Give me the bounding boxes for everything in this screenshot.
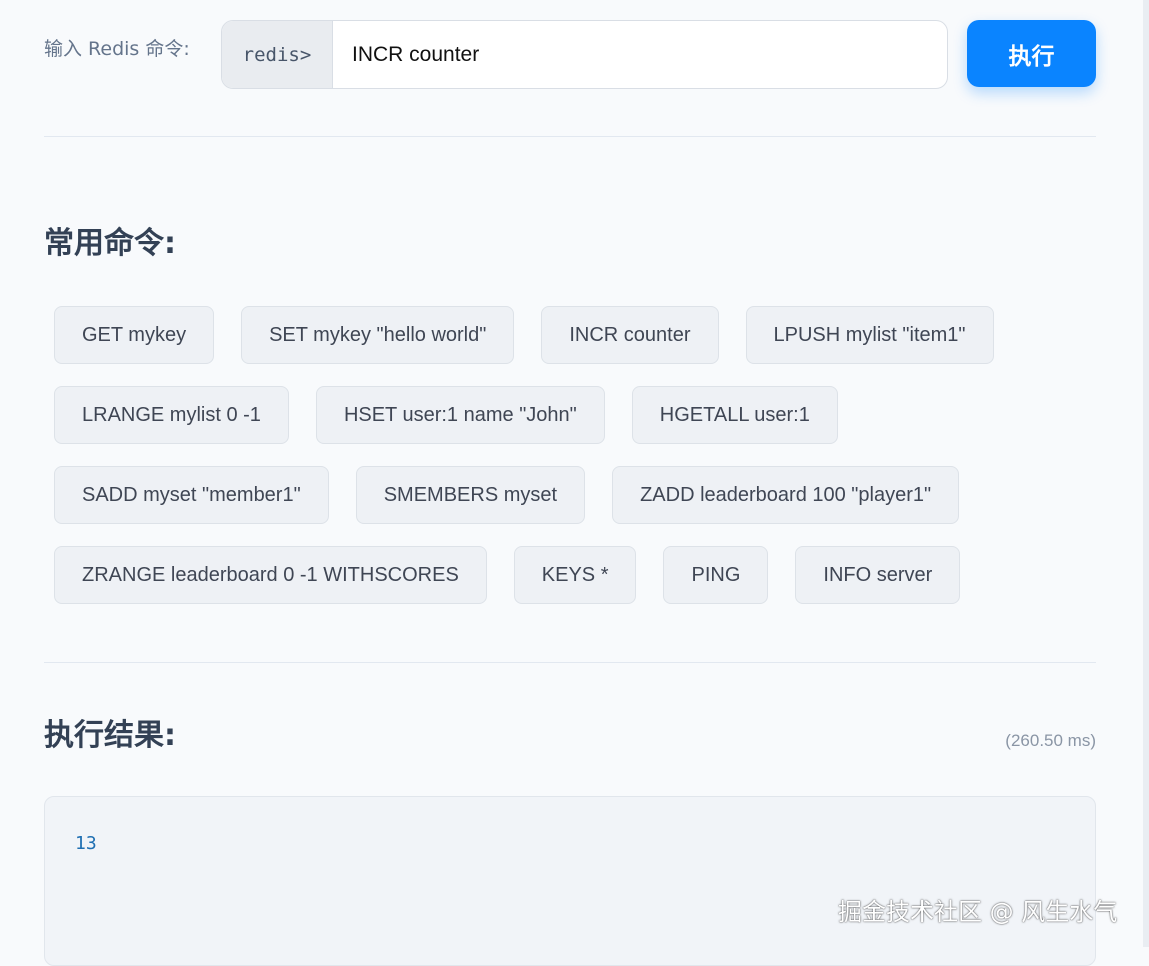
command-chip[interactable]: INFO server	[795, 546, 961, 604]
execute-button[interactable]: 执行	[967, 20, 1096, 87]
command-chip[interactable]: KEYS *	[513, 546, 637, 604]
divider	[44, 662, 1096, 663]
command-chip[interactable]: LRANGE mylist 0 -1	[54, 386, 289, 444]
result-output-panel: 13	[44, 796, 1096, 966]
command-chip[interactable]: SMEMBERS myset	[355, 466, 586, 524]
scrollbar[interactable]	[1143, 0, 1149, 947]
divider	[44, 136, 1096, 137]
command-input[interactable]	[333, 21, 947, 88]
command-chip-row: ZRANGE leaderboard 0 -1 WITHSCORES KEYS …	[54, 546, 1054, 604]
execution-time: (260.50 ms)	[1005, 731, 1096, 750]
result-title: 执行结果:	[44, 718, 176, 753]
command-chip[interactable]: HGETALL user:1	[631, 386, 838, 444]
command-input-group: redis>	[221, 20, 948, 89]
command-chip-row: LRANGE mylist 0 -1 HSET user:1 name "Joh…	[54, 386, 1054, 444]
command-chip[interactable]: SET mykey "hello world"	[241, 306, 515, 364]
redis-prompt-prefix: redis>	[222, 21, 333, 88]
command-chip-row: SADD myset "member1" SMEMBERS myset ZADD…	[54, 466, 1054, 524]
command-input-row: 输入 Redis 命令: redis> 执行	[44, 20, 1096, 90]
result-output-value: 13	[75, 833, 97, 854]
command-chip[interactable]: PING	[663, 546, 769, 604]
watermark: 掘金技术社区 @ 风生水气	[838, 898, 1118, 926]
command-chip[interactable]: LPUSH mylist "item1"	[745, 306, 994, 364]
command-chip-row: GET mykey SET mykey "hello world" INCR c…	[54, 306, 1054, 364]
common-commands-title: 常用命令:	[44, 226, 176, 261]
command-chip[interactable]: INCR counter	[541, 306, 719, 364]
command-chip[interactable]: GET mykey	[54, 306, 215, 364]
common-commands-list: GET mykey SET mykey "hello world" INCR c…	[54, 306, 1054, 626]
command-input-label: 输入 Redis 命令:	[44, 38, 190, 60]
command-chip[interactable]: HSET user:1 name "John"	[315, 386, 605, 444]
command-chip[interactable]: ZRANGE leaderboard 0 -1 WITHSCORES	[54, 546, 487, 604]
command-chip[interactable]: SADD myset "member1"	[54, 466, 329, 524]
command-chip[interactable]: ZADD leaderboard 100 "player1"	[612, 466, 960, 524]
